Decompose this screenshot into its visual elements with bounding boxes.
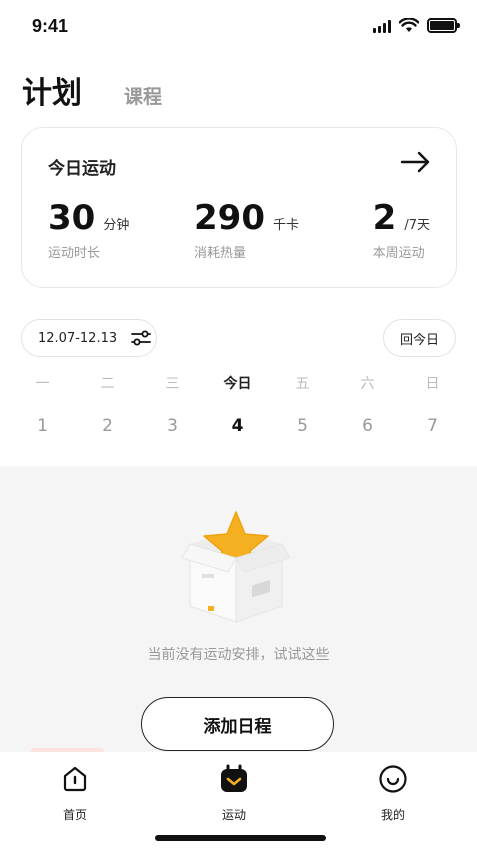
smile-icon <box>379 765 407 793</box>
day-item[interactable]: 日 7 <box>400 372 465 436</box>
day-item[interactable]: 三 3 <box>140 372 205 436</box>
day-name: 二 <box>100 376 115 392</box>
date-range-button[interactable]: 12.07-12.13 <box>21 319 157 357</box>
bottom-nav: 首页 运动 我的 <box>0 752 477 850</box>
stat-unit: 千卡 <box>272 218 299 233</box>
card-title: 今日运动 <box>48 159 116 179</box>
stat-unit: 分钟 <box>103 218 130 233</box>
day-name: 今日 <box>223 376 252 392</box>
day-item[interactable]: 一 1 <box>10 372 75 436</box>
week-strip: 一 1 二 2 三 3 今日 4 五 5 六 6 日 7 <box>10 372 467 436</box>
day-name: 六 <box>360 376 375 392</box>
stat-duration: 30 分钟 运动时长 <box>48 198 129 261</box>
home-indicator[interactable] <box>155 835 326 841</box>
day-number: 1 <box>37 416 48 436</box>
stat-value: 30 <box>48 198 96 238</box>
stat-value: 290 <box>194 198 265 238</box>
nav-item-sport[interactable]: 运动 <box>194 764 274 823</box>
stat-label: 消耗热量 <box>194 246 247 261</box>
day-name: 一 <box>35 376 50 392</box>
add-schedule-button[interactable]: 添加日程 <box>141 697 334 751</box>
calendar-icon <box>221 764 247 792</box>
cellular-signal-icon <box>373 19 391 33</box>
status-bar: 9:41 <box>0 0 477 52</box>
header-tabs: 计划 课程 <box>22 68 162 112</box>
day-number: 4 <box>231 416 244 436</box>
day-number: 7 <box>427 416 438 436</box>
stat-value: 2 <box>372 198 397 238</box>
stat-label: 运动时长 <box>48 246 101 261</box>
sliders-icon <box>131 330 152 346</box>
stat-weekly-days: 2 /7天 本周运动 <box>373 198 430 261</box>
arrow-right-icon[interactable] <box>400 150 432 174</box>
battery-icon <box>427 18 460 33</box>
stat-calories: 290 千卡 消耗热量 <box>194 198 299 261</box>
day-number: 5 <box>297 416 308 436</box>
back-to-today-button[interactable]: 回今日 <box>383 319 456 357</box>
today-exercise-card[interactable]: 今日运动 30 分钟 运动时长 290 千卡 消耗热量 2 /7天 本周运动 <box>21 127 457 288</box>
empty-schedule-area: 当前没有运动安排，试试这些 添加日程 <box>0 466 477 756</box>
day-name: 三 <box>165 376 180 392</box>
day-name: 日 <box>425 376 440 392</box>
nav-label: 运动 <box>221 808 246 822</box>
nav-label: 我的 <box>380 808 405 822</box>
day-item[interactable]: 五 5 <box>270 372 335 436</box>
status-icons <box>373 18 460 33</box>
day-number: 2 <box>102 416 113 436</box>
day-number: 6 <box>362 416 373 436</box>
tab-course[interactable]: 课程 <box>124 82 162 109</box>
nav-label: 首页 <box>62 808 87 822</box>
day-name: 五 <box>295 376 310 392</box>
day-number: 3 <box>167 416 178 436</box>
home-icon <box>63 766 87 792</box>
star-box-icon <box>181 511 291 623</box>
tab-plan[interactable]: 计划 <box>22 68 82 112</box>
nav-item-mine[interactable]: 我的 <box>353 764 433 823</box>
day-item-today[interactable]: 今日 4 <box>205 372 270 436</box>
day-item[interactable]: 二 2 <box>75 372 140 436</box>
date-range-label: 12.07-12.13 <box>38 330 118 346</box>
stat-label: 本周运动 <box>372 246 425 261</box>
stat-unit: /7天 <box>404 218 430 233</box>
status-time: 9:41 <box>32 16 69 36</box>
day-item[interactable]: 六 6 <box>335 372 400 436</box>
nav-item-home[interactable]: 首页 <box>35 764 115 823</box>
wifi-icon <box>399 18 419 32</box>
empty-message: 当前没有运动安排，试试这些 <box>147 647 330 663</box>
